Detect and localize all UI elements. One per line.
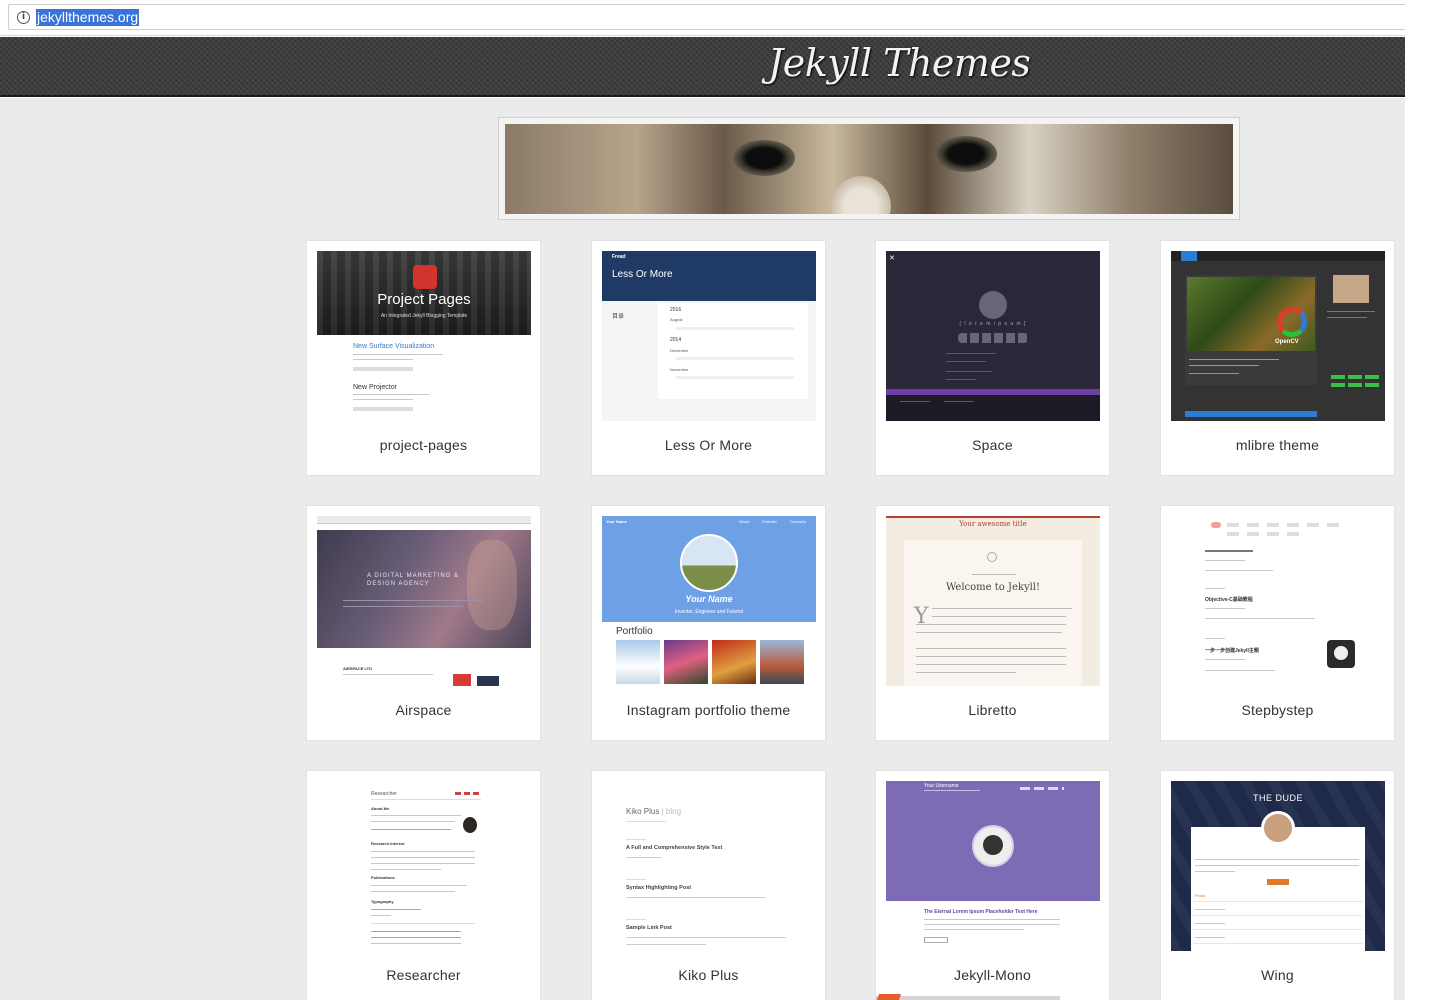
- cut-off-element: [876, 996, 1060, 1000]
- site-header: Jekyll Themes: [0, 37, 1405, 97]
- theme-thumbnail[interactable]: Your Username The Eternal Lorem Ipsum Pl…: [886, 781, 1100, 951]
- theme-card-space[interactable]: [ l o r e m i p s u m ] ✕ Space: [875, 240, 1110, 476]
- theme-card-less-or-more[interactable]: Fread Less Or More 目录 2016 August 2014 D…: [591, 240, 826, 476]
- theme-card-mlibre[interactable]: OpenCV mlibre theme: [1160, 240, 1395, 476]
- theme-card-airspace[interactable]: A DIGITAL MARKETING & DESIGN AGENCY AIRS…: [306, 505, 541, 741]
- theme-name[interactable]: Libretto: [876, 702, 1109, 718]
- theme-name[interactable]: project-pages: [307, 437, 540, 453]
- theme-thumbnail[interactable]: Your Name About Portfolio Contacts Your …: [602, 516, 816, 686]
- info-icon[interactable]: i: [17, 11, 30, 24]
- theme-name[interactable]: Airspace: [307, 702, 540, 718]
- theme-name[interactable]: Stepbystep: [1161, 702, 1394, 718]
- browser-address-bar: i jekyllthemes.org: [0, 0, 1405, 36]
- theme-thumbnail[interactable]: Objective-C基础教程 一步一步创建Jekyll主题: [1171, 516, 1385, 686]
- theme-thumbnail[interactable]: Your awesome title Welcome to Jekyll! Y: [886, 516, 1100, 686]
- theme-thumbnail[interactable]: Kiko Plus | blog A Full and Comprehensiv…: [602, 781, 816, 951]
- theme-card-researcher[interactable]: Researcher About Me Research Interest Pu…: [306, 770, 541, 1000]
- theme-card-project-pages[interactable]: Project Pages An Integrated Jekyll Blogg…: [306, 240, 541, 476]
- theme-card-libretto[interactable]: Your awesome title Welcome to Jekyll! Y …: [875, 505, 1110, 741]
- url-text[interactable]: jekyllthemes.org: [36, 9, 140, 26]
- theme-thumbnail[interactable]: A DIGITAL MARKETING & DESIGN AGENCY AIRS…: [317, 516, 531, 686]
- theme-name[interactable]: Kiko Plus: [592, 967, 825, 983]
- theme-name[interactable]: Jekyll-Mono: [876, 967, 1109, 983]
- theme-card-kiko-plus[interactable]: Kiko Plus | blog A Full and Comprehensiv…: [591, 770, 826, 1000]
- banner[interactable]: [498, 117, 1240, 220]
- theme-thumbnail[interactable]: Researcher About Me Research Interest Pu…: [317, 781, 531, 951]
- theme-card-wing[interactable]: THE DUDE Posts Wing: [1160, 770, 1395, 1000]
- window-edge: [1405, 0, 1441, 1000]
- close-icon: ✕: [889, 255, 895, 262]
- thumb-title: Project Pages: [377, 291, 471, 308]
- theme-card-instagram-portfolio[interactable]: Your Name About Portfolio Contacts Your …: [591, 505, 826, 741]
- theme-thumbnail[interactable]: Project Pages An Integrated Jekyll Blogg…: [317, 251, 531, 421]
- site-logo-title[interactable]: Jekyll Themes: [768, 41, 1031, 85]
- theme-name[interactable]: Instagram portfolio theme: [592, 702, 825, 718]
- theme-thumbnail[interactable]: OpenCV: [1171, 251, 1385, 421]
- theme-card-jekyll-mono[interactable]: Your Username The Eternal Lorem Ipsum Pl…: [875, 770, 1110, 1000]
- url-field[interactable]: i jekyllthemes.org: [8, 4, 1405, 30]
- theme-name[interactable]: Researcher: [307, 967, 540, 983]
- theme-thumbnail[interactable]: Fread Less Or More 目录 2016 August 2014 D…: [602, 251, 816, 421]
- cut-off-accent: [876, 994, 902, 1000]
- theme-card-stepbystep[interactable]: Objective-C基础教程 一步一步创建Jekyll主题 Stepbyste…: [1160, 505, 1395, 741]
- theme-name[interactable]: mlibre theme: [1161, 437, 1394, 453]
- theme-name[interactable]: Wing: [1161, 967, 1394, 983]
- theme-thumbnail[interactable]: [ l o r e m i p s u m ] ✕: [886, 251, 1100, 421]
- theme-name[interactable]: Less Or More: [592, 437, 825, 453]
- banner-cat-image: [505, 124, 1233, 214]
- theme-name[interactable]: Space: [876, 437, 1109, 453]
- theme-thumbnail[interactable]: THE DUDE Posts: [1171, 781, 1385, 951]
